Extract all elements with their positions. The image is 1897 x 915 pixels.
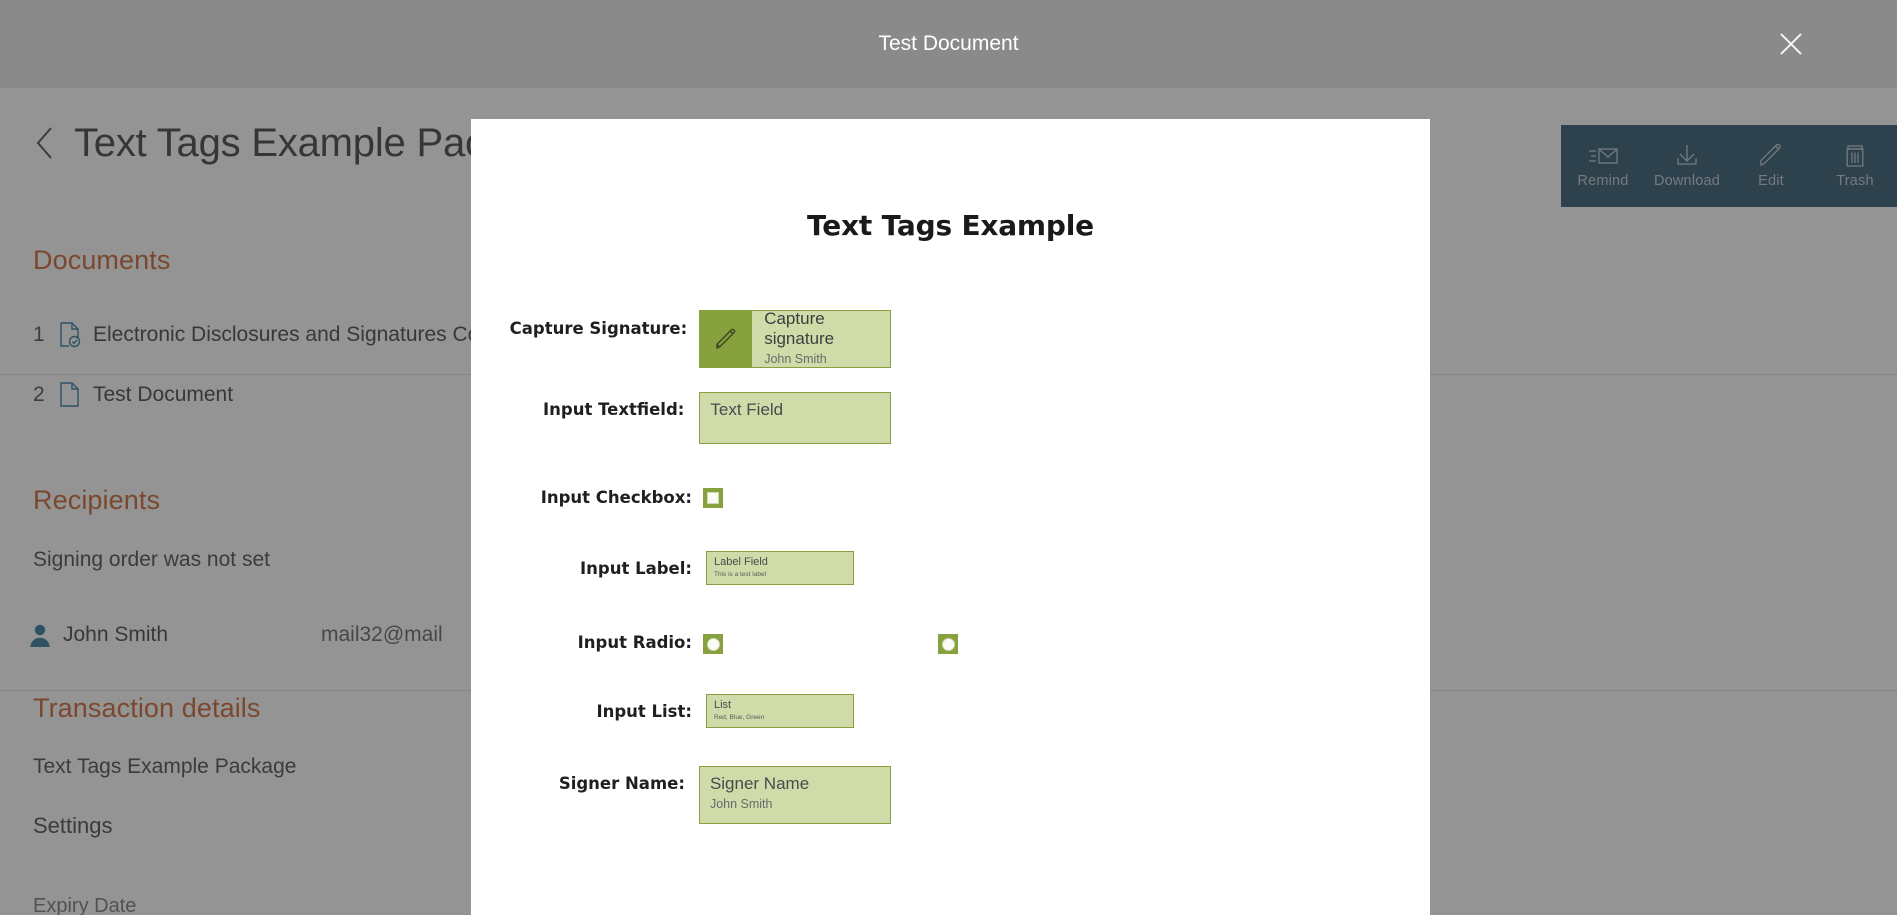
field-label: Signer Name: — [558, 774, 685, 793]
label-tag-value: Label Field — [714, 556, 768, 568]
field-input-textfield: Input Textfield: Text Field — [471, 392, 891, 444]
radio-inner — [706, 637, 720, 651]
signature-pencil-icon — [700, 311, 753, 367]
signature-tag-value: Capture signature — [764, 309, 835, 348]
signature-tag-text: Capture signature John Smith — [752, 309, 890, 367]
checkbox-tag[interactable] — [703, 488, 723, 508]
field-input-radio: Input Radio: — [471, 631, 1251, 654]
signer-name-tag-value: Signer Name — [709, 774, 810, 793]
field-label: Input Textfield: — [543, 400, 685, 419]
radio-tag-option-1[interactable] — [703, 634, 723, 654]
document-preview-screen: Text Tags Example Package Documents 1 E — [0, 0, 1897, 915]
list-tag-subvalue: Red, Blue, Green — [714, 713, 765, 721]
document-title: Text Tags Example — [807, 209, 1094, 242]
close-icon[interactable] — [1769, 22, 1813, 66]
signer-name-tag[interactable]: Signer Name John Smith — [698, 766, 891, 824]
field-capture-signature: Capture Signature: Capture signature Joh… — [471, 309, 891, 368]
textfield-tag[interactable]: Text Field — [699, 392, 891, 444]
field-signer-name: Signer Name: Signer Name John Smith — [471, 766, 891, 824]
field-label: Input List: — [596, 702, 692, 721]
radio-inner — [941, 637, 955, 651]
field-label: Input Radio: — [577, 633, 692, 652]
signature-tag[interactable]: Capture signature John Smith — [699, 309, 891, 368]
checkbox-inner — [707, 492, 719, 504]
radio-tag-option-2[interactable] — [938, 634, 958, 654]
textfield-tag-value: Text Field — [710, 400, 784, 419]
list-tag[interactable]: List Red, Blue, Green — [706, 694, 854, 728]
field-input-label: Input Label: Label Field This is a test … — [471, 551, 891, 585]
field-label: Input Label: — [580, 559, 692, 578]
field-label: Capture Signature: — [509, 319, 688, 338]
list-tag-value: List — [714, 699, 732, 711]
signer-name-tag-subvalue: John Smith — [709, 797, 773, 812]
label-tag[interactable]: Label Field This is a test label — [706, 551, 854, 585]
field-input-list: Input List: List Red, Blue, Green — [471, 694, 891, 728]
modal-overlay-header — [0, 0, 1897, 88]
signature-tag-subvalue: John Smith — [764, 351, 827, 366]
field-label: Input Checkbox: — [540, 487, 692, 507]
field-input-checkbox: Input Checkbox: — [471, 486, 891, 508]
label-tag-subvalue: This is a test label — [714, 570, 767, 578]
document-paper-preview[interactable]: Text Tags Example Capture Signature: Cap… — [471, 119, 1430, 915]
